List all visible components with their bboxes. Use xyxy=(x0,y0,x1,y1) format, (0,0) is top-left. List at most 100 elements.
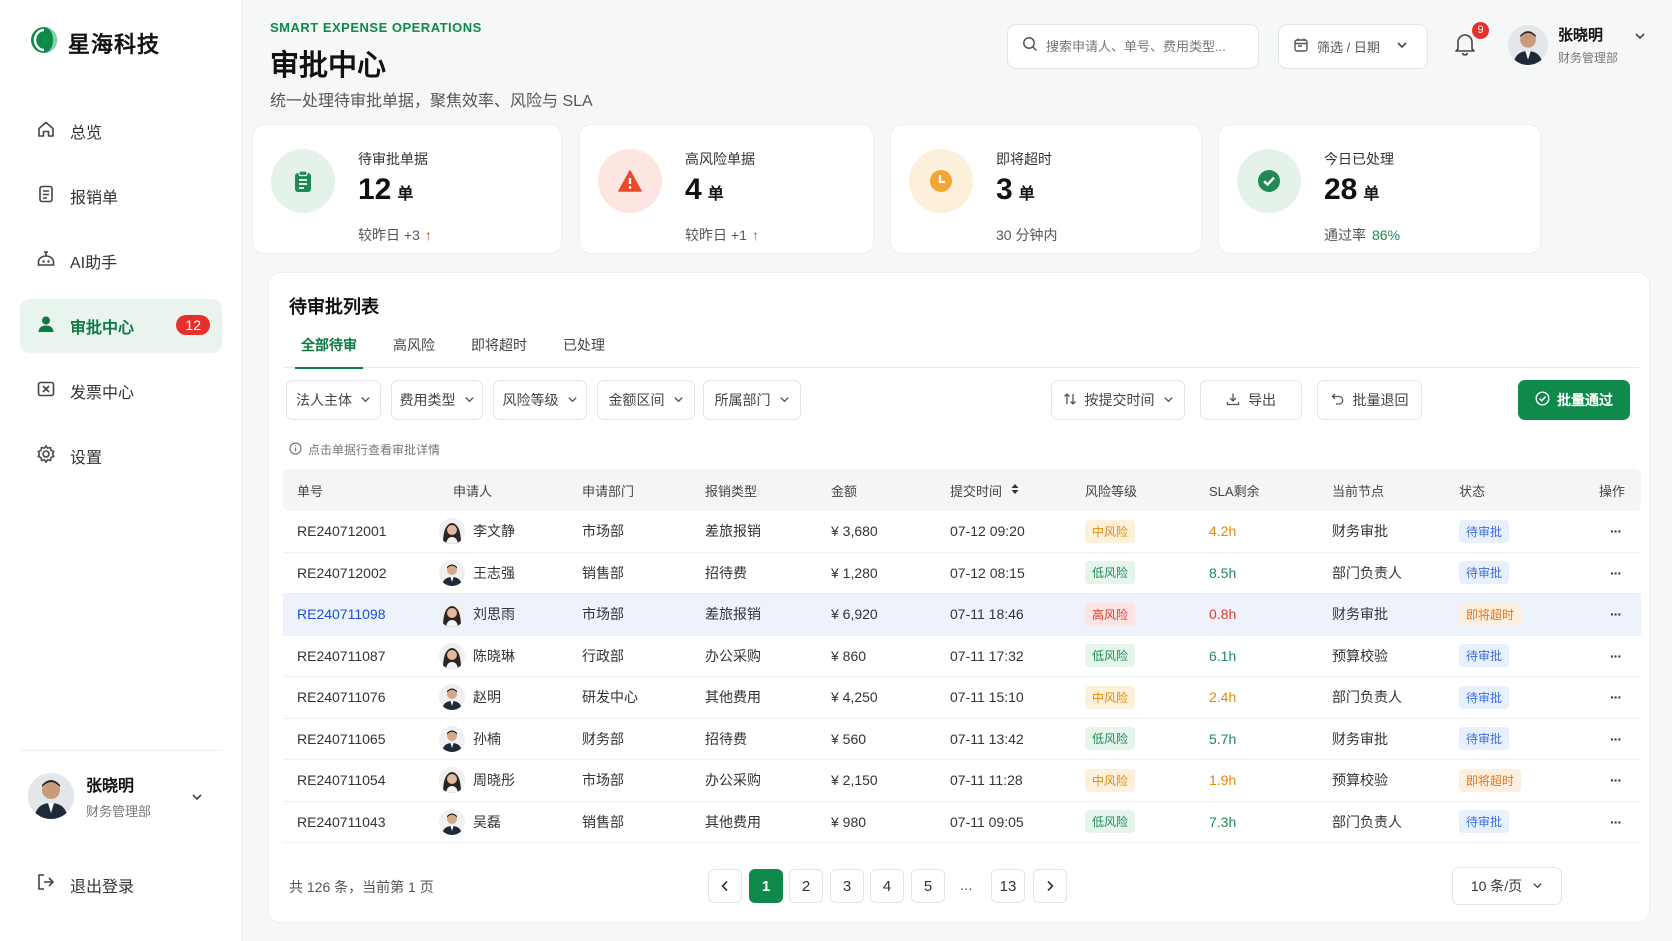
download-icon xyxy=(1226,392,1240,409)
sidebar-item-0[interactable]: 总览 xyxy=(20,104,222,158)
column-header-4: 金额 xyxy=(831,483,858,499)
batch-reject-button[interactable]: 批量退回 xyxy=(1317,380,1422,420)
more-actions-icon[interactable]: ··· xyxy=(1567,814,1641,830)
table-row[interactable]: RE240712002 王志强 销售部 招待费 ¥ 1,280 07-12 08:15 低风… xyxy=(283,553,1641,594)
table-row[interactable]: RE240711065 孙楠 财务部 招待费 ¥ 560 07-11 13:42 低风险 5.… xyxy=(283,719,1641,760)
row-sla: 5.7h xyxy=(1209,730,1237,747)
row-status: 即将超时 xyxy=(1445,602,1567,626)
stat-sub: 较昨日 +1 ↑ xyxy=(685,225,759,245)
filter-dropdown-4[interactable]: 所属部门 xyxy=(703,380,801,420)
sidebar-user-card[interactable]: 张晓明 财务管理部 xyxy=(28,772,151,820)
filter-dropdown-0[interactable]: 法人主体 xyxy=(286,380,381,420)
row-node: 财务审批 xyxy=(1332,606,1388,623)
row-id[interactable]: RE240711054 xyxy=(283,772,439,788)
more-actions-icon[interactable]: ··· xyxy=(1567,648,1641,664)
logout-button[interactable]: 退出登录 xyxy=(36,872,134,897)
page-button[interactable]: 2 xyxy=(789,869,823,903)
row-id[interactable]: RE240711065 xyxy=(283,731,439,747)
row-sla: 4.2h xyxy=(1209,523,1237,540)
table-row[interactable]: RE240711043 吴磊 销售部 其他费用 ¥ 980 07-11 09:05 低风险 7… xyxy=(283,802,1641,843)
filter-dropdown-3[interactable]: 金额区间 xyxy=(597,380,695,420)
page-button[interactable]: 5 xyxy=(911,869,945,903)
batch-approve-button[interactable]: 批量通过 xyxy=(1518,380,1630,420)
chevron-down-icon[interactable] xyxy=(190,790,204,809)
sidebar-nav: 总览报销单 AI助手审批中心 12 发票中心设置 xyxy=(20,104,222,494)
applicant-name: 赵明 xyxy=(473,689,501,706)
stat-card[interactable]: 高风险单据 4 单较昨日 +1 ↑ xyxy=(579,124,874,254)
filter-dropdown-1[interactable]: 费用类型 xyxy=(391,380,483,420)
check-circle-icon xyxy=(1237,149,1301,213)
table-row[interactable]: RE240711054 周晓彤 市场部 办公采购 ¥ 2,150 07-11 11:28 中… xyxy=(283,760,1641,802)
filter-dropdown-2[interactable]: 风险等级 xyxy=(493,380,587,420)
row-node: 财务审批 xyxy=(1332,730,1388,747)
sidebar-item-1[interactable]: 报销单 xyxy=(20,169,222,223)
table-row[interactable]: RE240712001 李文静 市场部 差旅报销 ¥ 3,680 07-12 09:20 中… xyxy=(283,511,1641,553)
more-actions-icon[interactable]: ··· xyxy=(1567,689,1641,705)
row-time: 07-12 09:20 xyxy=(950,523,1025,540)
more-actions-icon[interactable]: ··· xyxy=(1567,565,1641,581)
sort-icon[interactable] xyxy=(1010,483,1020,498)
stat-card[interactable]: 即将超时 3 单 30 分钟内 xyxy=(890,124,1202,254)
export-button[interactable]: 导出 xyxy=(1200,380,1302,420)
status-badge: 待审批 xyxy=(1459,810,1510,834)
next-page-button[interactable] xyxy=(1033,869,1067,903)
search-input[interactable] xyxy=(1046,39,1246,54)
tab-1[interactable]: 高风险 xyxy=(375,329,453,368)
chevron-down-icon xyxy=(1163,392,1174,408)
table-row[interactable]: RE240711087 陈晓琳 行政部 办公采购 ¥ 860 07-11 17:32 低风险… xyxy=(283,636,1641,677)
stat-card[interactable]: 待审批单据 12 单较昨日 +3 ↑ xyxy=(252,124,562,254)
sidebar-divider xyxy=(20,750,222,751)
row-status: 待审批 xyxy=(1445,561,1567,585)
avatar xyxy=(439,518,465,545)
row-id[interactable]: RE240711098 xyxy=(283,606,439,622)
row-id[interactable]: RE240711087 xyxy=(283,648,439,664)
row-time: 07-11 09:05 xyxy=(950,813,1024,830)
row-type: 办公采购 xyxy=(705,772,761,789)
column-header-9: 状态 xyxy=(1459,483,1486,499)
hint-text: 点击单据行查看审批详情 xyxy=(308,443,441,457)
logout-icon xyxy=(36,872,56,897)
page-size-select[interactable]: 10 条/页 xyxy=(1452,867,1562,905)
filter-date-button[interactable]: 筛选 / 日期 xyxy=(1278,24,1428,69)
row-dept: 市场部 xyxy=(582,523,624,540)
table-body: RE240712001 李文静 市场部 差旅报销 ¥ 3,680 07-12 09:20 中… xyxy=(283,511,1641,843)
sort-button[interactable]: 按提交时间 xyxy=(1051,380,1185,420)
column-header-5[interactable]: 提交时间 xyxy=(936,481,1071,500)
page-button[interactable]: 3 xyxy=(830,869,864,903)
more-actions-icon[interactable]: ··· xyxy=(1567,606,1641,622)
tab-2[interactable]: 即将超时 xyxy=(453,329,545,368)
sidebar-item-3[interactable]: 审批中心 12 xyxy=(20,299,222,353)
row-id[interactable]: RE240711043 xyxy=(283,814,439,830)
sidebar-item-2[interactable]: AI助手 xyxy=(20,234,222,288)
row-id[interactable]: RE240711076 xyxy=(283,689,439,705)
row-id[interactable]: RE240712001 xyxy=(283,523,439,539)
more-actions-icon[interactable]: ··· xyxy=(1567,772,1641,788)
row-type: 其他费用 xyxy=(705,689,761,706)
row-status: 待审批 xyxy=(1445,810,1567,834)
filter-label: 金额区间 xyxy=(608,392,665,408)
more-actions-icon[interactable]: ··· xyxy=(1567,523,1641,539)
row-id[interactable]: RE240712002 xyxy=(283,565,439,581)
tab-3[interactable]: 已处理 xyxy=(545,329,623,368)
chevron-left-icon xyxy=(721,880,728,892)
sidebar-item-5[interactable]: 设置 xyxy=(20,429,222,483)
page-button[interactable]: 13 xyxy=(991,869,1025,903)
prev-page-button[interactable] xyxy=(708,869,742,903)
top-user-menu[interactable]: 张晓明 财务管理部 xyxy=(1508,24,1646,66)
brand[interactable]: 星海科技 xyxy=(30,26,160,59)
sidebar-item-4[interactable]: 发票中心 xyxy=(20,364,222,418)
more-actions-icon[interactable]: ··· xyxy=(1567,731,1641,747)
risk-badge: 低风险 xyxy=(1085,644,1136,668)
row-dept: 研发中心 xyxy=(582,689,638,706)
stat-sub: 较昨日 +3 ↑ xyxy=(358,225,432,245)
row-sla: 7.3h xyxy=(1209,813,1237,830)
stat-label: 即将超时 xyxy=(996,151,1052,167)
stat-card[interactable]: 今日已处理 28 单通过率 86% xyxy=(1218,124,1541,254)
table-row[interactable]: RE240711098 刘思雨 市场部 差旅报销 ¥ 6,920 07-11 18:46 高… xyxy=(283,594,1641,636)
table-row[interactable]: RE240711076 赵明 研发中心 其他费用 ¥ 4,250 07-11 15:10 中… xyxy=(283,677,1641,719)
risk-badge: 中风险 xyxy=(1085,768,1136,792)
page-button[interactable]: 1 xyxy=(749,869,783,903)
search-box[interactable] xyxy=(1007,24,1259,69)
tab-0[interactable]: 全部待审 xyxy=(283,329,375,369)
page-button[interactable]: 4 xyxy=(870,869,904,903)
